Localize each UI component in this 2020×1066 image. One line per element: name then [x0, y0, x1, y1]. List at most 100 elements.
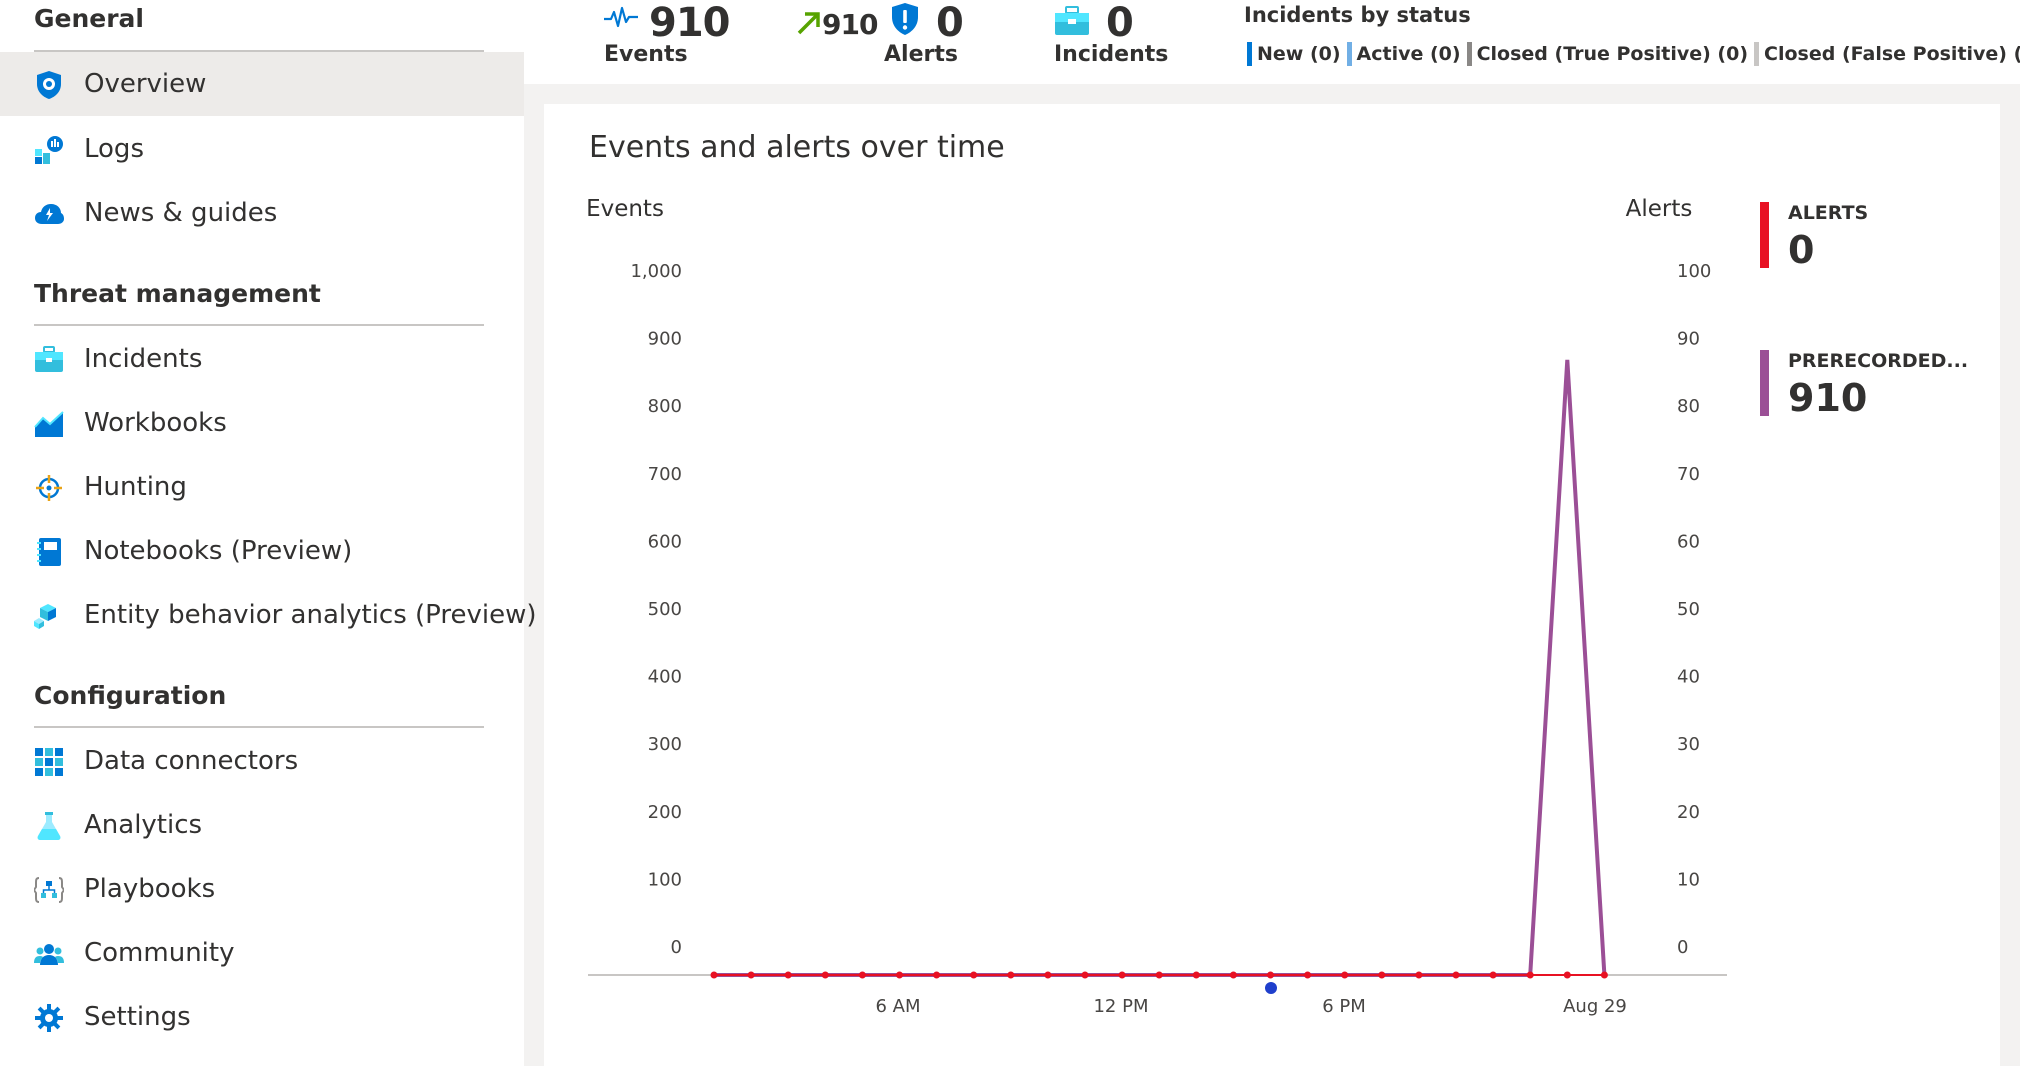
legend-series-total: 0 [1788, 228, 1815, 272]
right-axis-tick-label: 80 [1677, 396, 1700, 417]
sidebar-item-notebooks[interactable]: Notebooks (Preview) [0, 519, 524, 583]
alerts-data-point [1081, 971, 1089, 979]
left-axis-tick-label: 900 [648, 329, 682, 350]
status-color-swatch [1466, 42, 1472, 66]
gear-icon [34, 1003, 64, 1033]
section-title-threat-management: Threat management [34, 279, 321, 308]
trend-up-icon [796, 10, 822, 40]
alerts-data-point [858, 971, 866, 979]
left-axis-tick-label: 100 [648, 869, 682, 890]
right-axis-tick-label: 70 [1677, 464, 1700, 485]
logs-icon [34, 135, 64, 165]
left-axis-title: Events [586, 196, 664, 222]
status-closed-true-positive[interactable]: Closed (True Positive) (0) [1466, 42, 1749, 66]
sidebar-item-entity-behavior-analytics[interactable]: Entity behavior analytics (Preview) [0, 583, 537, 647]
sidebar-item-incidents[interactable]: Incidents [0, 327, 524, 391]
x-axis-tick-label: 12 PM [1093, 996, 1148, 1017]
notebook-icon [34, 537, 64, 567]
events-alerts-chart[interactable]: Events Alerts0100200300400500600700800900… [544, 104, 2000, 1066]
events-trend-value: 910 [822, 8, 878, 41]
sidebar-item-label: Logs [84, 134, 144, 164]
right-axis-tick-label: 20 [1677, 802, 1700, 823]
section-divider [34, 726, 484, 728]
status-label: Closed (False Positive) (0) [1764, 43, 2020, 65]
sidebar-item-label: Community [84, 938, 235, 968]
sidebar-item-data-connectors[interactable]: Data connectors [0, 729, 524, 793]
right-axis-tick-label: 10 [1677, 869, 1700, 890]
x-axis-tick-label: 6 AM [875, 996, 920, 1017]
crosshair-icon [34, 473, 64, 503]
alerts-data-point [1563, 971, 1571, 979]
right-axis-tick-label: 90 [1677, 329, 1700, 350]
x-axis-tick-label: Aug 29 [1563, 996, 1627, 1017]
status-closed-false-positive[interactable]: Closed (False Positive) (0) [1754, 42, 2020, 66]
alerts-data-point [1452, 971, 1460, 979]
sidebar-item-label: Workbooks [84, 408, 227, 438]
sidebar-item-label: Data connectors [84, 746, 299, 776]
incidents-by-status-legend: New (0) Active (0) Closed (True Positive… [1247, 42, 2020, 66]
alerts-data-point [1341, 971, 1349, 979]
sidebar-item-news-guides[interactable]: News & guides [0, 181, 524, 245]
events-summary[interactable]: 910 910 Events [604, 0, 878, 84]
status-active[interactable]: Active (0) [1346, 42, 1461, 66]
sidebar-item-label: Analytics [84, 810, 203, 840]
sidebar-item-playbooks[interactable]: Playbooks [0, 857, 524, 921]
left-axis-tick-label: 1,000 [630, 261, 682, 282]
x-axis-tick-label: 6 PM [1322, 996, 1366, 1017]
alerts-data-point [1378, 971, 1386, 979]
left-axis-tick-label: 400 [648, 667, 682, 688]
alerts-data-point [970, 971, 978, 979]
briefcase-icon [34, 345, 64, 375]
alerts-data-point [747, 971, 755, 979]
incidents-summary[interactable]: 0 Incidents [1054, 0, 1204, 84]
sidebar-item-analytics[interactable]: Analytics [0, 793, 524, 857]
right-axis-tick-label: 30 [1677, 734, 1700, 755]
events-label: Events [604, 42, 688, 67]
alerts-label: Alerts [884, 42, 958, 67]
chart-title: Events and alerts over time [589, 130, 1005, 165]
sidebar-item-community[interactable]: Community [0, 921, 524, 985]
summary-bar: 910 910 Events 0 Alerts 0 Incidents Inci… [524, 0, 2020, 84]
cubes-icon [34, 601, 64, 631]
right-axis-tick-label: 40 [1677, 667, 1700, 688]
legend-series-total: 910 [1788, 376, 1868, 420]
left-axis-tick-label: 200 [648, 802, 682, 823]
status-label: Active (0) [1356, 43, 1461, 65]
alerts-summary[interactable]: 0 Alerts [884, 0, 994, 84]
sidebar-item-hunting[interactable]: Hunting [0, 455, 524, 519]
sidebar-item-label: Hunting [84, 472, 187, 502]
status-color-swatch [1754, 42, 1760, 66]
alerts-data-point [896, 971, 903, 979]
events-alerts-chart-card: Events Alerts 0 100 200 300 400 500 600 700 800 900… [544, 104, 2000, 1066]
alerts-data-point [1155, 971, 1163, 979]
alerts-data-point [821, 971, 829, 979]
sidebar-item-logs[interactable]: Logs [0, 117, 524, 181]
cloud-lightning-icon [34, 199, 64, 229]
right-axis-title: Alerts [1626, 196, 1693, 222]
alerts-data-point [1489, 971, 1497, 979]
sidebar-item-label: Playbooks [84, 874, 216, 904]
right-axis-tick-label: 100 [1677, 261, 1711, 282]
sidebar-item-overview[interactable]: Overview [0, 52, 524, 116]
sidebar-item-label: Incidents [84, 344, 203, 374]
series-line-prerecorded [714, 359, 1607, 977]
sidebar-item-settings[interactable]: Settings [0, 985, 524, 1049]
alerts-data-point [1192, 971, 1200, 979]
status-color-swatch [1346, 42, 1352, 66]
sidebar-item-workbooks[interactable]: Workbooks [0, 391, 524, 455]
left-axis-tick-label: 300 [648, 734, 682, 755]
status-new[interactable]: New (0) [1247, 42, 1341, 66]
alerts-data-point [1118, 971, 1126, 979]
status-color-swatch [1247, 42, 1252, 66]
alerts-data-point [1304, 971, 1312, 979]
left-axis-tick-label: 700 [648, 464, 682, 485]
workbook-chart-icon [34, 409, 64, 439]
time-marker-dot [1265, 982, 1277, 994]
community-icon [34, 939, 64, 969]
sidebar-item-label: Settings [84, 1002, 191, 1032]
left-axis-tick-label: 800 [648, 396, 682, 417]
playbook-icon [34, 875, 64, 905]
left-axis-tick-label: 600 [648, 531, 682, 552]
right-axis-tick-label: 0 [1677, 937, 1688, 958]
status-label: Closed (True Positive) (0) [1476, 43, 1749, 65]
